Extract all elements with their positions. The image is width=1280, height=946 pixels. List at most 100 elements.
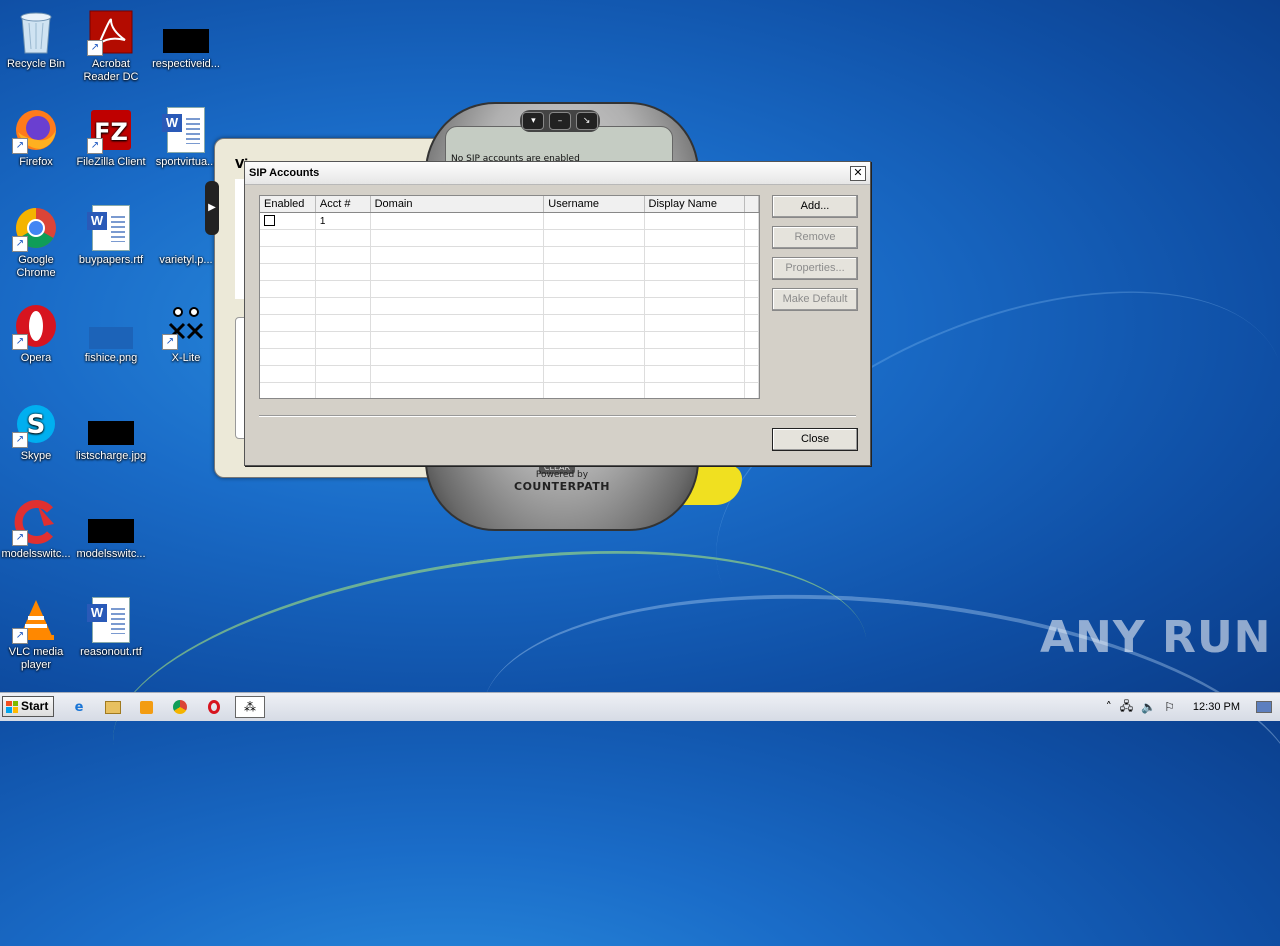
desktop-icon-label: respectiveid... <box>152 58 220 70</box>
column-header-display-name[interactable]: Display Name <box>644 196 746 213</box>
table-row-empty <box>260 382 759 398</box>
close-icon[interactable]: ↘ <box>575 112 598 130</box>
table-row-empty <box>260 280 759 298</box>
taskbar: Start e ⁂ ˄ 🖧 🔈 ⚐ 12:30 PM <box>0 692 1280 721</box>
desktop-icon-label: Skype <box>20 450 52 462</box>
skype-icon: S ↗ <box>12 400 60 448</box>
file-icon <box>162 204 210 252</box>
shortcut-arrow-icon: ↗ <box>87 138 103 154</box>
file-explorer-icon[interactable] <box>102 697 124 717</box>
desktop-icon-label: FileZilla Client <box>76 156 146 168</box>
enabled-checkbox[interactable] <box>264 215 275 227</box>
watermark: ANY RUN <box>1040 612 1272 663</box>
dialog-titlebar[interactable]: SIP Accounts ✕ <box>245 162 870 185</box>
make-default-button[interactable]: Make Default <box>772 288 858 311</box>
clock[interactable]: 12:30 PM <box>1193 701 1240 713</box>
desktop-icon-xlite[interactable]: ↗ X-Lite <box>149 302 223 365</box>
column-header-acct[interactable]: Acct # <box>315 196 371 213</box>
table-row-empty <box>260 229 759 247</box>
desktop-icon-acrobat[interactable]: ↗ Acrobat Reader DC <box>74 8 148 84</box>
xlite-taskbar-icon[interactable]: ⁂ <box>235 696 265 718</box>
desktop-icon-label: reasonout.rtf <box>80 646 142 658</box>
show-hidden-icons-icon[interactable]: ˄ <box>1106 700 1112 714</box>
table-row-empty <box>260 348 759 366</box>
dialog-separator <box>259 415 856 417</box>
table-row-empty <box>260 246 759 264</box>
shortcut-arrow-icon: ↗ <box>87 40 103 56</box>
domain-cell <box>370 212 545 230</box>
add-button[interactable]: Add... <box>772 195 858 218</box>
opera-taskbar-icon[interactable] <box>203 697 225 717</box>
chrome-taskbar-icon[interactable] <box>169 697 191 717</box>
column-header-enabled[interactable]: Enabled <box>260 196 316 213</box>
desktop-icon-respectiveid[interactable]: respectiveid... <box>149 8 223 71</box>
sip-accounts-dialog: SIP Accounts ✕ Enabled Acct # Domain Use… <box>244 161 871 466</box>
desktop-icon-buypapers[interactable]: W buypapers.rtf <box>74 204 148 267</box>
enabled-cell[interactable] <box>260 212 316 230</box>
svg-text:S: S <box>27 410 46 440</box>
network-icon[interactable]: 🖧 <box>1120 697 1133 718</box>
desktop-icon-google-chrome[interactable]: ↗ Google Chrome <box>0 204 73 280</box>
system-tray: ˄ 🖧 🔈 ⚐ 12:30 PM <box>1106 693 1280 721</box>
desktop-icon-filezilla[interactable]: FZ ↗ FileZilla Client <box>74 106 148 169</box>
image-file-icon <box>87 302 135 350</box>
remove-button[interactable]: Remove <box>772 226 858 249</box>
file-icon <box>87 498 135 546</box>
display-name-cell <box>644 212 746 230</box>
windows-logo-icon <box>6 700 18 713</box>
desktop-icon-firefox[interactable]: ↗ Firefox <box>0 106 73 169</box>
volume-icon[interactable]: 🔈 <box>1141 700 1156 714</box>
chrome-icon: ↗ <box>12 204 60 252</box>
table-row[interactable]: 1 <box>260 212 759 230</box>
desktop-icon-label: modelsswitc... <box>1 548 71 560</box>
word-document-icon: W <box>162 106 210 154</box>
opera-icon: ↗ <box>12 302 60 350</box>
desktop-icon-vlc[interactable]: ↗ VLC media player <box>0 596 73 672</box>
column-header-domain[interactable]: Domain <box>370 196 545 213</box>
start-label: Start <box>21 699 49 713</box>
brand-logo: COUNTERPATH <box>514 480 610 493</box>
show-desktop-icon[interactable] <box>1256 701 1272 713</box>
acct-cell: 1 <box>315 212 371 230</box>
dialog-title: SIP Accounts <box>249 167 320 179</box>
close-button[interactable]: Close <box>772 428 858 451</box>
start-button[interactable]: Start <box>2 696 54 717</box>
phone-branding: Powered by COUNTERPATH <box>497 470 627 493</box>
desktop-icon-opera[interactable]: ↗ Opera <box>0 302 73 365</box>
close-icon[interactable]: ✕ <box>850 165 866 181</box>
desktop-icon-reasonout[interactable]: W reasonout.rtf <box>74 596 148 659</box>
desktop-icon-ccleaner[interactable]: ↗ modelsswitc... <box>0 498 73 561</box>
desktop-icon-modelsswitch[interactable]: modelsswitc... <box>74 498 148 561</box>
desktop-icon-fishice[interactable]: fishice.png <box>74 302 148 365</box>
desktop-icon-label: buypapers.rtf <box>78 254 144 266</box>
desktop-icon-sportvirtua[interactable]: W sportvirtua... <box>149 106 223 169</box>
shortcut-arrow-icon: ↗ <box>12 432 28 448</box>
word-document-icon: W <box>87 596 135 644</box>
desktop-icon-skype[interactable]: S ↗ Skype <box>0 400 73 463</box>
acrobat-icon: ↗ <box>87 8 135 56</box>
media-player-icon[interactable] <box>135 697 157 717</box>
phone-window-controls: ▾ – ↘ <box>520 110 600 132</box>
desktop-icon-label: Firefox <box>19 156 53 168</box>
properties-button[interactable]: Properties... <box>772 257 858 280</box>
table-row-empty <box>260 331 759 349</box>
desktop-icon-label: Recycle Bin <box>6 58 66 70</box>
minimize-icon[interactable]: – <box>548 112 571 130</box>
desktop-icon-listscharge[interactable]: listscharge.jpg <box>74 400 148 463</box>
dropdown-icon[interactable]: ▾ <box>522 112 545 130</box>
firefox-icon: ↗ <box>12 106 60 154</box>
column-header-filler <box>744 196 759 213</box>
accounts-table[interactable]: Enabled Acct # Domain Username Display N… <box>259 195 760 399</box>
desktop-icon-label: fishice.png <box>84 352 138 364</box>
shortcut-arrow-icon: ↗ <box>162 334 178 350</box>
internet-explorer-icon[interactable]: e <box>68 697 90 717</box>
file-icon <box>162 8 210 56</box>
column-header-username[interactable]: Username <box>543 196 645 213</box>
desktop-icon-recycle-bin[interactable]: Recycle Bin <box>0 8 73 71</box>
table-row-empty <box>260 263 759 281</box>
desktop-icon-label: X-Lite <box>171 352 201 364</box>
shortcut-arrow-icon: ↗ <box>12 628 28 644</box>
action-center-flag-icon[interactable]: ⚐ <box>1164 700 1175 714</box>
table-row-empty <box>260 297 759 315</box>
panel-expand-handle[interactable]: ▶ <box>205 181 219 235</box>
